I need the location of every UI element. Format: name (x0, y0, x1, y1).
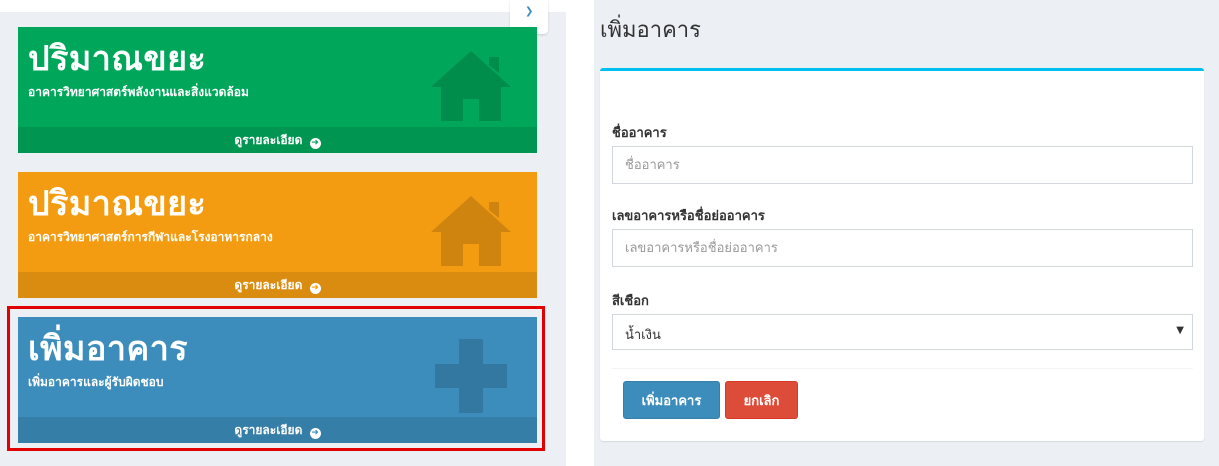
arrow-circle-right-icon: ➜ (309, 283, 321, 294)
chevron-down-icon: ❯ (525, 6, 534, 17)
caret-down-icon: ▼ (1176, 325, 1184, 336)
waste-tile-sport-building: ปริมาณขยะ อาคารวิทยาศาสตร์การกีฬาและโรงอ… (18, 172, 537, 298)
tile-title: ปริมาณขยะ (28, 184, 207, 224)
building-name-label: ชื่ออาคาร (612, 126, 667, 141)
building-code-label: เลขอาคารหรือชื่อย่ออาคาร (612, 209, 765, 224)
more-info-link[interactable]: ดูรายละเอียด ➜ (18, 127, 537, 153)
rope-color-value: น้ำเงิน (625, 328, 661, 343)
waste-tile-energy-building: ปริมาณขยะ อาคารวิทยาศาสตร์พลังงานและสิ่ง… (18, 27, 537, 153)
page-title: เพิ่มอาคาร (600, 18, 701, 43)
cancel-button[interactable]: ยกเลิก (725, 381, 798, 419)
tile-title: ปริมาณขยะ (28, 39, 207, 79)
more-info-label: ดูรายละเอียด (234, 133, 303, 147)
rope-color-label: สีเชือก (612, 294, 649, 309)
highlight-box (7, 306, 545, 451)
more-info-label: ดูรายละเอียด (234, 278, 303, 292)
more-info-link[interactable]: ดูรายละเอียด ➜ (18, 272, 537, 298)
tile-subtitle: อาคารวิทยาศาสตร์พลังงานและสิ่งแวดล้อม (28, 85, 249, 99)
form-box: ชื่ออาคาร เลขอาคารหรือชื่อย่ออาคาร สีเชื… (600, 68, 1204, 441)
building-code-input[interactable] (612, 229, 1193, 267)
building-name-input[interactable] (612, 146, 1193, 184)
home-icon (431, 196, 511, 266)
arrow-circle-right-icon: ➜ (309, 138, 321, 149)
home-icon (431, 51, 511, 121)
add-building-button[interactable]: เพิ่มอาคาร (623, 381, 720, 419)
add-building-panel: เพิ่มอาคาร ชื่ออาคาร เลขอาคารหรือชื่อย่อ… (594, 0, 1219, 466)
tile-subtitle: อาคารวิทยาศาสตร์การกีฬาและโรงอาหารกลาง (28, 230, 273, 244)
rope-color-select[interactable]: น้ำเงิน ▼ (612, 314, 1193, 350)
dashboard-panel: ❯ ปริมาณขยะ อาคารวิทยาศาสตร์พลังงานและสิ… (0, 0, 566, 466)
form-divider (612, 368, 1193, 369)
